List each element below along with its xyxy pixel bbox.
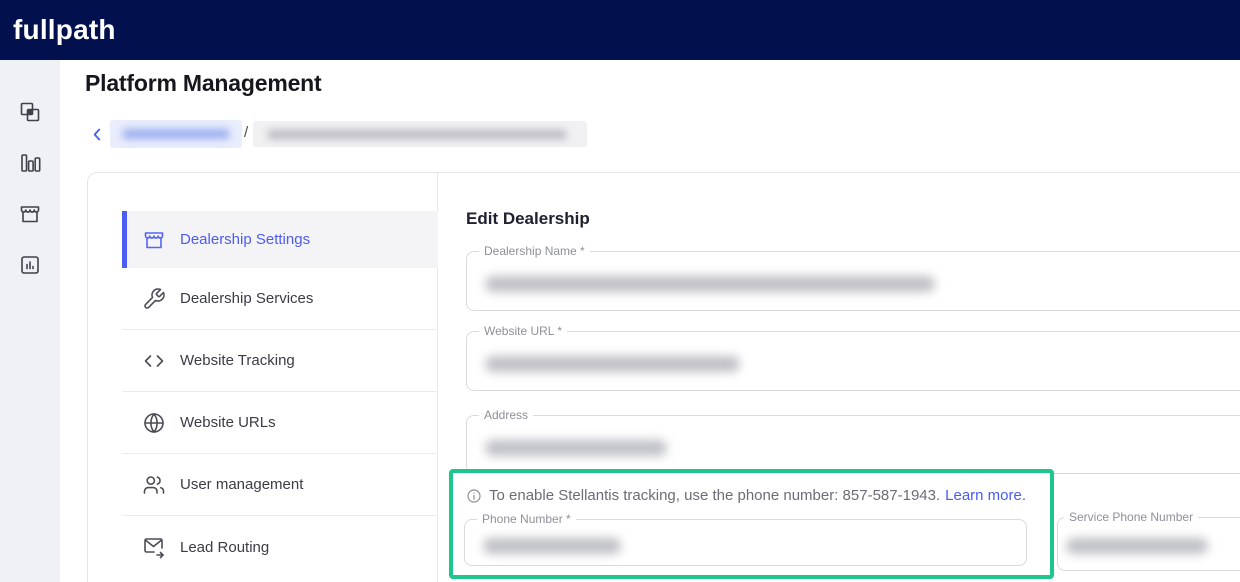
nav-item-website-tracking[interactable]: Website Tracking bbox=[122, 330, 438, 392]
nav-item-label: Website URLs bbox=[180, 414, 276, 431]
users-icon bbox=[142, 473, 166, 497]
phone-number-input[interactable]: Phone Number * bbox=[464, 519, 1027, 566]
overlap-squares-icon[interactable] bbox=[18, 100, 42, 124]
storefront-icon[interactable] bbox=[18, 202, 42, 226]
nav-item-lead-routing[interactable]: Lead Routing bbox=[122, 516, 438, 578]
nav-item-user-management[interactable]: User management bbox=[122, 454, 438, 516]
page-title: Platform Management bbox=[85, 70, 321, 97]
learn-more-link[interactable]: Learn more. bbox=[945, 487, 1026, 504]
code-icon bbox=[142, 349, 166, 373]
address-input[interactable]: Address bbox=[466, 415, 1240, 474]
nav-item-label: Website Tracking bbox=[180, 352, 295, 369]
nav-item-dealership-settings[interactable]: Dealership Settings bbox=[122, 211, 438, 268]
stellantis-highlight-box: To enable Stellantis tracking, use the p… bbox=[449, 469, 1054, 579]
redacted-value-blur bbox=[485, 440, 667, 456]
platform-management-page: fullpath Platform Management / D bbox=[0, 0, 1240, 582]
fullpath-logo: fullpath bbox=[13, 14, 116, 46]
breadcrumb-back-chevron-icon[interactable] bbox=[89, 126, 106, 143]
breadcrumb-parent-link-redacted[interactable] bbox=[110, 120, 242, 148]
chart-box-icon[interactable] bbox=[18, 253, 42, 277]
settings-nav: Dealership Settings Dealership Services … bbox=[88, 173, 438, 582]
wrench-icon bbox=[142, 287, 166, 311]
redacted-text-blur bbox=[122, 129, 230, 139]
website-url-input[interactable]: Website URL * bbox=[466, 331, 1240, 391]
redacted-value-blur bbox=[1066, 538, 1208, 554]
bar-chart-icon[interactable] bbox=[18, 151, 42, 175]
mail-arrow-icon bbox=[142, 535, 166, 559]
dealership-name-label: Dealership Name * bbox=[479, 244, 590, 258]
dealership-name-input[interactable]: Dealership Name * bbox=[466, 251, 1240, 311]
info-icon bbox=[466, 488, 482, 504]
nav-item-label: Dealership Settings bbox=[180, 231, 310, 248]
stellantis-notice-text: To enable Stellantis tracking, use the p… bbox=[489, 487, 940, 504]
nav-item-label: User management bbox=[180, 476, 303, 493]
website-url-label: Website URL * bbox=[479, 324, 567, 338]
redacted-value-blur bbox=[485, 356, 740, 372]
nav-item-website-urls[interactable]: Website URLs bbox=[122, 392, 438, 454]
nav-item-label: Dealership Services bbox=[180, 290, 313, 307]
settings-card: Dealership Settings Dealership Services … bbox=[87, 172, 1240, 582]
redacted-value-blur bbox=[485, 276, 935, 292]
stellantis-notice: To enable Stellantis tracking, use the p… bbox=[466, 487, 1026, 504]
top-header-bar: fullpath bbox=[0, 0, 1240, 60]
redacted-text-blur bbox=[267, 130, 567, 139]
icon-rail bbox=[0, 60, 60, 582]
storefront-icon bbox=[142, 228, 166, 252]
breadcrumb-current-redacted bbox=[253, 121, 587, 147]
service-phone-number-label: Service Phone Number bbox=[1064, 510, 1198, 524]
service-phone-number-input[interactable]: Service Phone Number bbox=[1057, 517, 1240, 571]
redacted-value-blur bbox=[483, 538, 621, 554]
address-label: Address bbox=[479, 408, 533, 422]
form-heading: Edit Dealership bbox=[466, 209, 590, 229]
nav-item-dealership-services[interactable]: Dealership Services bbox=[122, 268, 438, 330]
globe-icon bbox=[142, 411, 166, 435]
breadcrumb-separator: / bbox=[244, 124, 248, 141]
phone-number-label: Phone Number * bbox=[477, 512, 576, 526]
nav-item-label: Lead Routing bbox=[180, 539, 269, 556]
